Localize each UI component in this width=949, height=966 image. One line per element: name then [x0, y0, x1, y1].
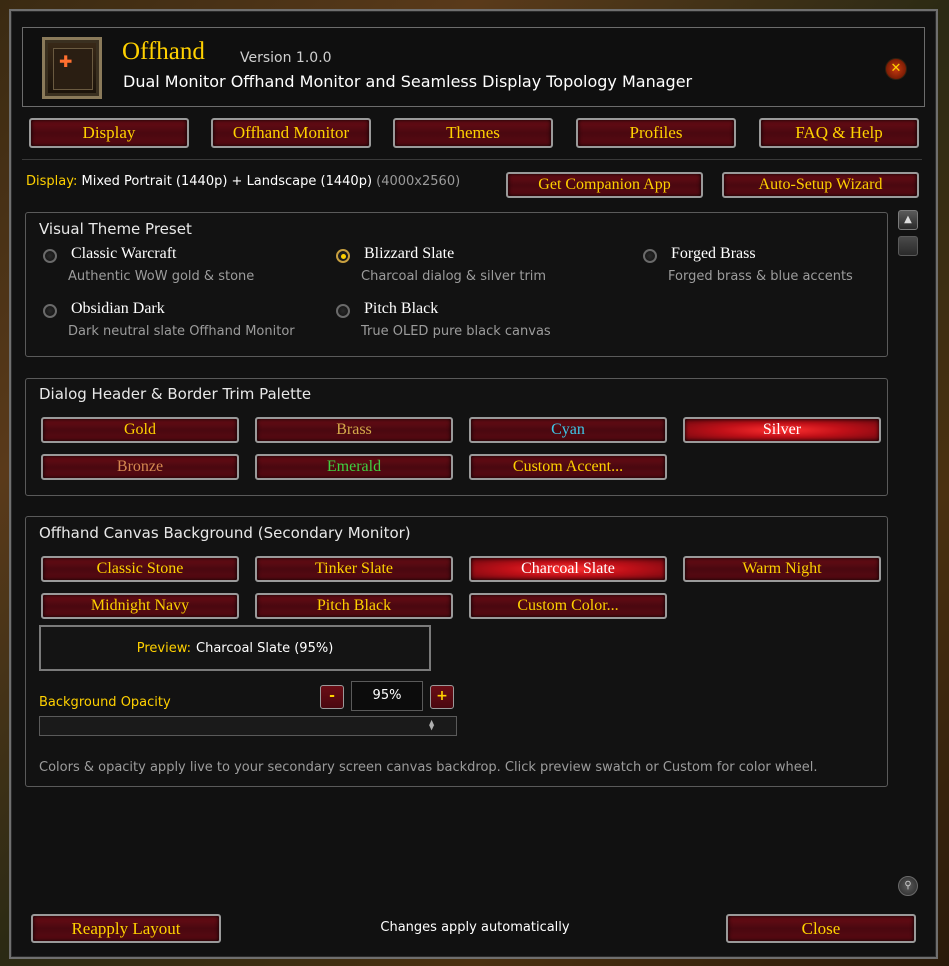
opacity-slider[interactable]: ⧫ — [39, 716, 457, 736]
app-version: Version 1.0.0 — [240, 50, 332, 66]
trim-palette-title: Dialog Header & Border Trim Palette — [39, 385, 312, 403]
option-label[interactable]: Pitch Black — [364, 300, 438, 318]
bg-warm-night-button[interactable]: Warm Night — [683, 556, 881, 582]
radio-pitch-black[interactable] — [336, 304, 350, 318]
divider — [22, 159, 922, 160]
bg-tinker-slate-button[interactable]: Tinker Slate — [255, 556, 453, 582]
canvas-note: Colors & opacity apply live to your seco… — [39, 760, 818, 775]
bg-classic-stone-button[interactable]: Classic Stone — [41, 556, 239, 582]
option-desc: Dark neutral slate Offhand Monitor — [68, 324, 295, 339]
footer-status: Changes apply automatically — [380, 920, 570, 935]
radio-forged-brass[interactable] — [643, 249, 657, 263]
get-companion-app-button[interactable]: Get Companion App — [506, 172, 703, 198]
reapply-layout-button[interactable]: Reapply Layout — [31, 914, 221, 943]
scrollbar-thumb[interactable] — [898, 236, 918, 256]
logo-plus-icon: ✚ — [59, 52, 73, 71]
app-logo-icon: ✚ — [42, 37, 102, 99]
display-label: Display: — [26, 174, 78, 189]
option-label[interactable]: Classic Warcraft — [71, 245, 176, 263]
resize-grip-icon[interactable]: ⚲ — [898, 876, 918, 896]
trim-brass-button[interactable]: Brass — [255, 417, 453, 443]
tab-themes[interactable]: Themes — [393, 118, 553, 148]
close-button[interactable]: Close — [726, 914, 916, 943]
tab-faq-help[interactable]: FAQ & Help — [759, 118, 919, 148]
display-info: Display: Mixed Portrait (1440p) + Landsc… — [26, 174, 460, 189]
option-label[interactable]: Forged Brass — [671, 245, 756, 263]
bg-custom-color-button[interactable]: Custom Color... — [469, 593, 667, 619]
option-desc: Forged brass & blue accents — [668, 269, 853, 284]
option-desc: Authentic WoW gold & stone — [68, 269, 255, 284]
display-value: Mixed Portrait (1440p) + Landscape (1440… — [81, 174, 373, 189]
tab-profiles[interactable]: Profiles — [576, 118, 736, 148]
trim-emerald-button[interactable]: Emerald — [255, 454, 453, 480]
app-title: Offhand — [122, 38, 205, 65]
tab-offhand-monitor[interactable]: Offhand Monitor — [211, 118, 371, 148]
app-subtitle: Dual Monitor Offhand Monitor and Seamles… — [123, 72, 693, 91]
slider-thumb-icon[interactable]: ⧫ — [428, 719, 436, 733]
option-desc: True OLED pure black canvas — [361, 324, 551, 339]
auto-setup-wizard-button[interactable]: Auto-Setup Wizard — [722, 172, 919, 198]
opacity-label: Background Opacity — [39, 695, 171, 710]
trim-bronze-button[interactable]: Bronze — [41, 454, 239, 480]
trim-silver-button[interactable]: Silver — [683, 417, 881, 443]
trim-gold-button[interactable]: Gold — [41, 417, 239, 443]
canvas-background-title: Offhand Canvas Background (Secondary Mon… — [39, 524, 411, 542]
bg-charcoal-slate-button[interactable]: Charcoal Slate — [469, 556, 667, 582]
radio-blizzard-slate[interactable] — [336, 249, 350, 263]
tab-display[interactable]: Display — [29, 118, 189, 148]
option-label[interactable]: Obsidian Dark — [71, 300, 165, 318]
opacity-value-field[interactable]: 95% — [351, 681, 423, 711]
trim-cyan-button[interactable]: Cyan — [469, 417, 667, 443]
radio-obsidian-dark[interactable] — [43, 304, 57, 318]
theme-preset-title: Visual Theme Preset — [39, 220, 192, 238]
trim-custom-accent-button[interactable]: Custom Accent... — [469, 454, 667, 480]
opacity-decrease-button[interactable]: - — [320, 685, 344, 709]
preview-swatch[interactable]: Preview: Charcoal Slate (95%) — [39, 625, 431, 671]
bg-pitch-black-button[interactable]: Pitch Black — [255, 593, 453, 619]
preview-value: Charcoal Slate (95%) — [196, 640, 334, 656]
close-icon[interactable]: ✕ — [885, 58, 907, 80]
bg-midnight-navy-button[interactable]: Midnight Navy — [41, 593, 239, 619]
opacity-increase-button[interactable]: + — [430, 685, 454, 709]
scroll-up-icon[interactable]: ▲ — [898, 210, 918, 230]
option-label[interactable]: Blizzard Slate — [364, 245, 454, 263]
preview-label: Preview: — [136, 640, 192, 656]
option-desc: Charcoal dialog & silver trim — [361, 269, 547, 284]
radio-classic-warcraft[interactable] — [43, 249, 57, 263]
display-dims: (4000x2560) — [376, 174, 461, 189]
